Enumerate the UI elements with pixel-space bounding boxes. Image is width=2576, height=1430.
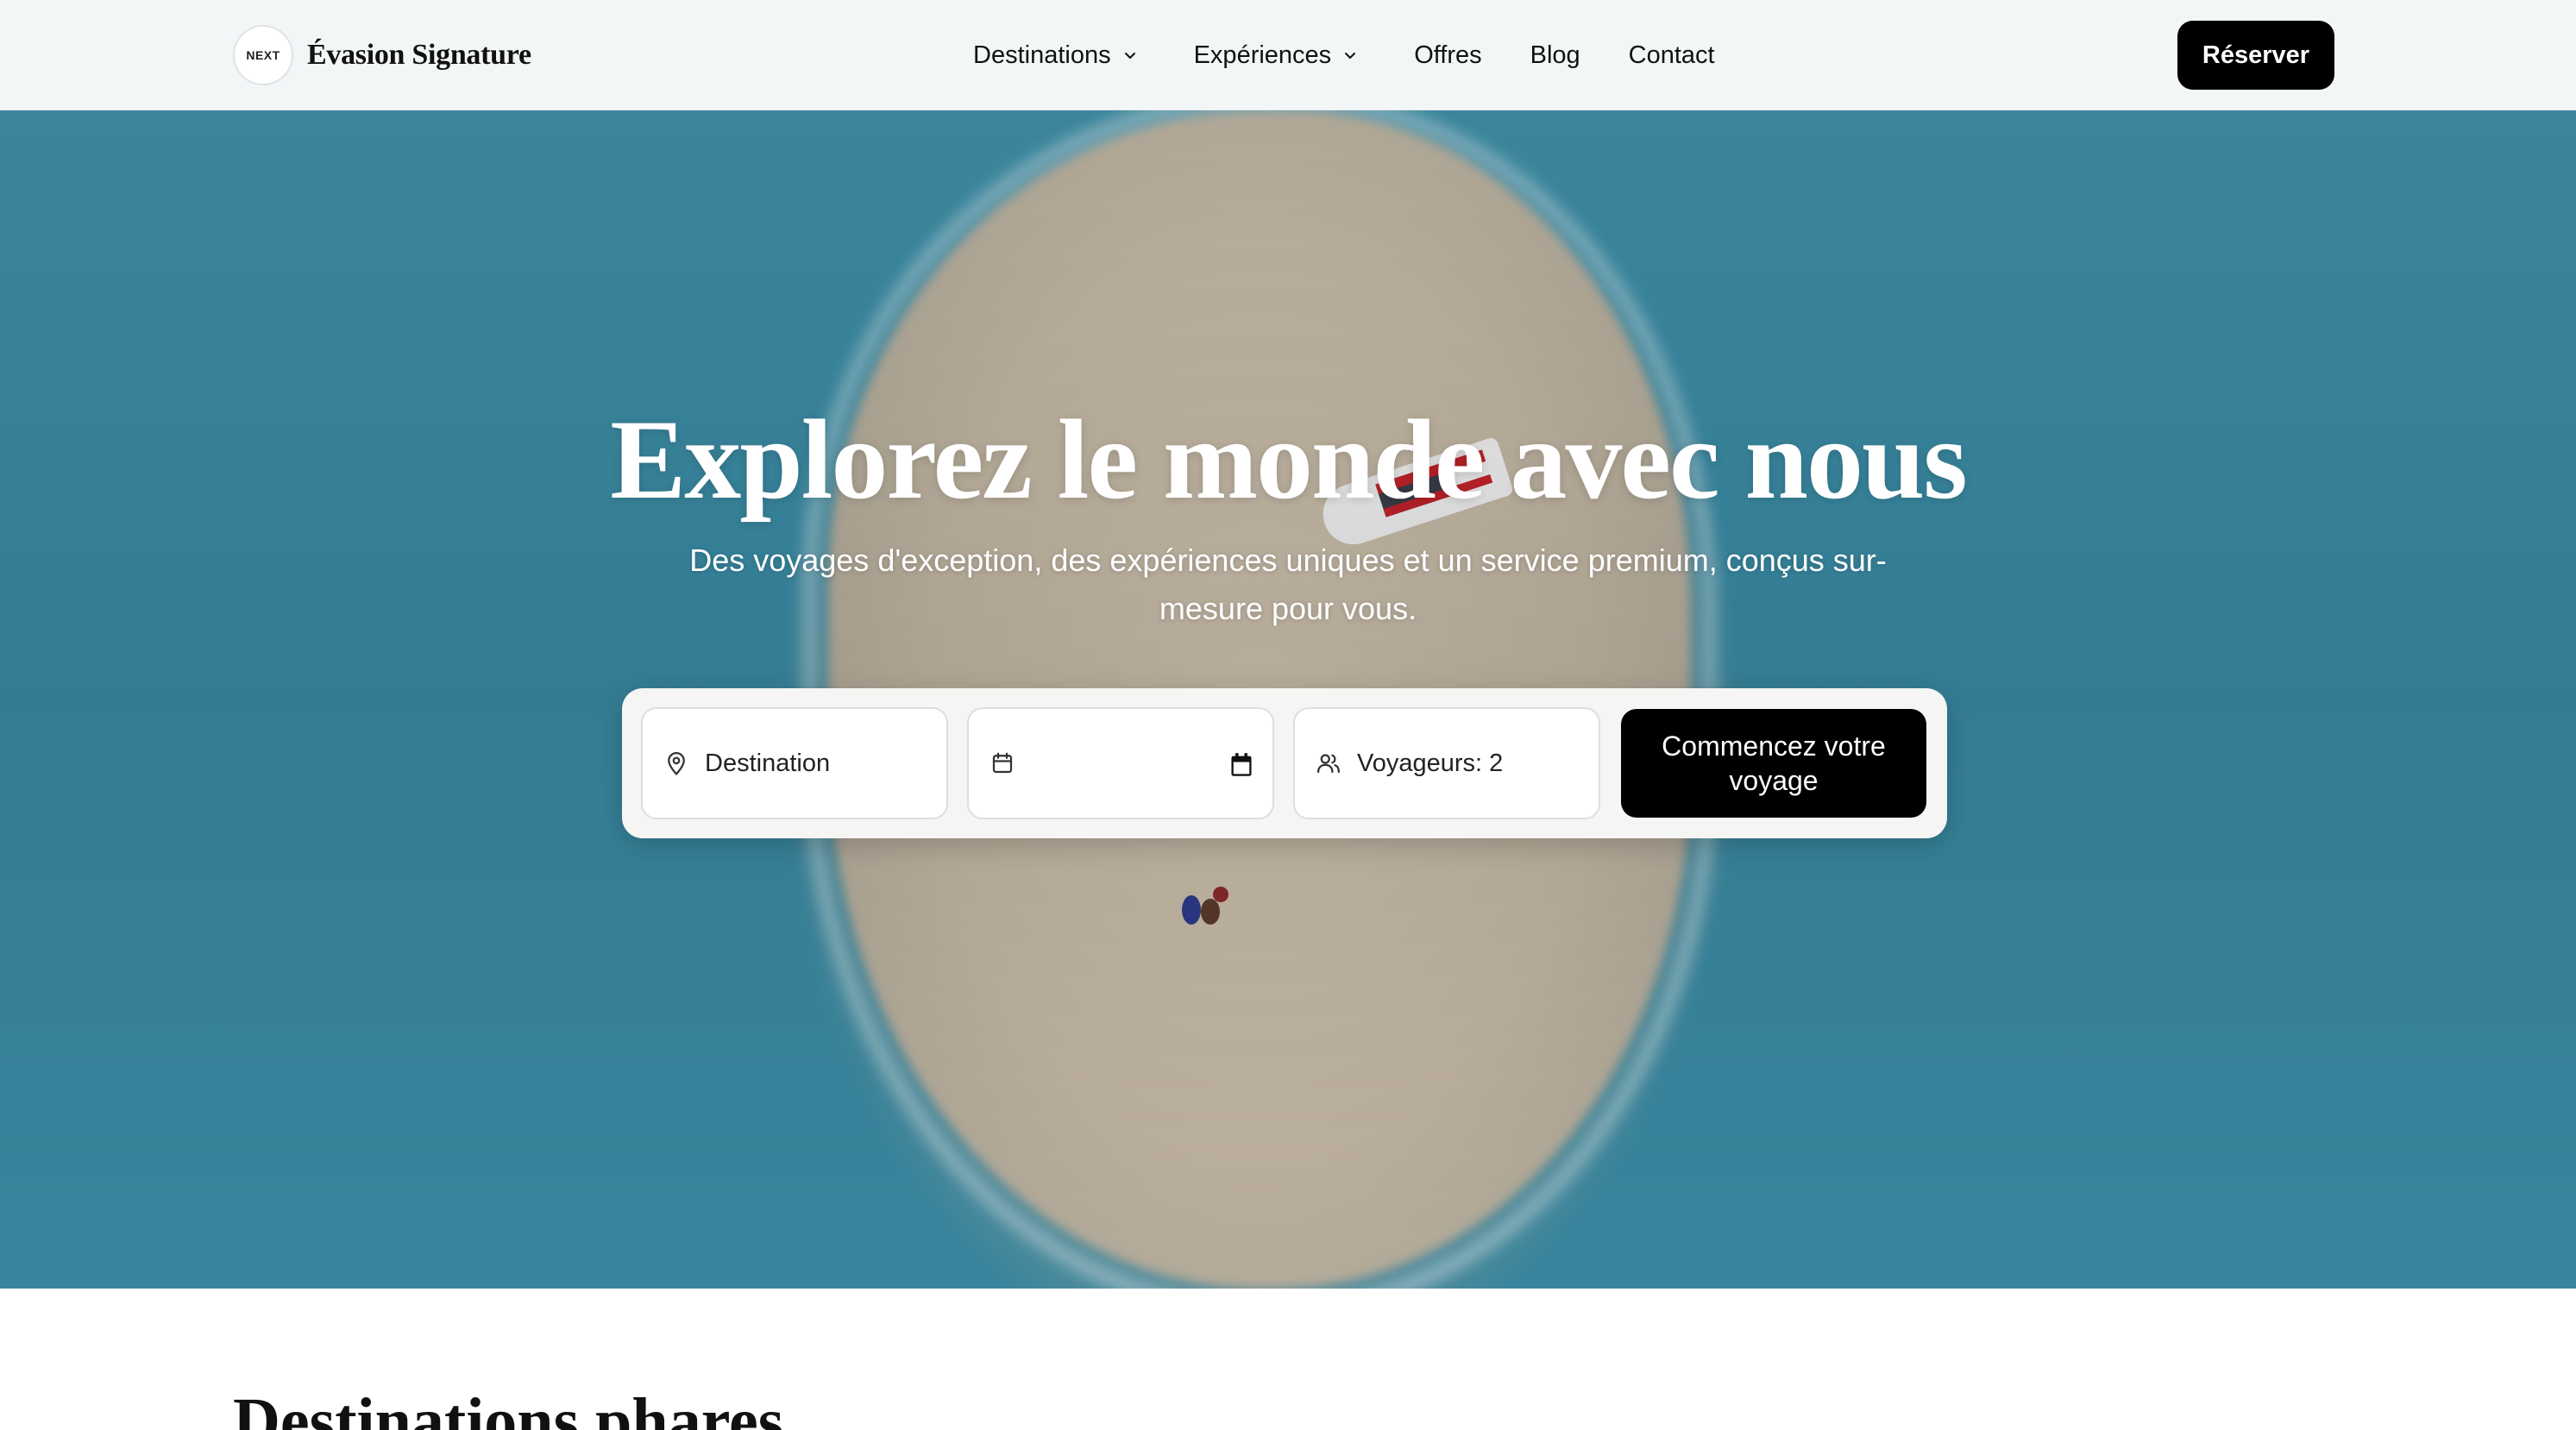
users-icon bbox=[1317, 754, 1340, 774]
reserve-button[interactable]: Réserver bbox=[2177, 21, 2334, 90]
chevron-down-icon bbox=[1124, 53, 1135, 59]
destination-field[interactable] bbox=[641, 707, 948, 819]
nav-item-label: Offres bbox=[1414, 41, 1482, 69]
hero-title: Explorez le monde avec nous bbox=[610, 396, 1968, 523]
nav-item-label: Contact bbox=[1628, 41, 1715, 69]
brand-name: Évasion Signature bbox=[307, 39, 531, 71]
nav-item-blog[interactable]: Blog bbox=[1530, 41, 1580, 70]
featured-destinations-title: Destinations phares bbox=[233, 1385, 784, 1430]
nav-item-destinations[interactable]: Destinations bbox=[973, 41, 1139, 70]
start-trip-button[interactable]: Commencez votre voyage bbox=[1621, 709, 1926, 818]
logo-badge: NEXT bbox=[233, 25, 293, 85]
travelers-field[interactable]: Voyageurs: 2 bbox=[1293, 707, 1600, 819]
hero-subtitle: Des voyages d'exception, des expériences… bbox=[689, 543, 1887, 626]
hero-section: Explorez le monde avec nous Des voyages … bbox=[0, 110, 2576, 1289]
destination-input[interactable] bbox=[705, 749, 929, 778]
nav-item-experiences[interactable]: Expériences bbox=[1194, 41, 1360, 70]
date-field[interactable] bbox=[967, 707, 1274, 819]
nav-item-offres[interactable]: Offres bbox=[1414, 41, 1481, 70]
nav-item-label: Blog bbox=[1530, 41, 1580, 69]
nav-item-contact[interactable]: Contact bbox=[1629, 41, 1715, 70]
travelers-value: Voyageurs: 2 bbox=[1357, 749, 1504, 777]
chevron-down-icon bbox=[1345, 53, 1356, 59]
main-nav: Destinations Expériences Offres Blog Con… bbox=[973, 34, 1715, 76]
site-header: NEXT Évasion Signature Destinations Expé… bbox=[0, 0, 2576, 110]
brand-logo-link[interactable]: NEXT Évasion Signature bbox=[233, 25, 531, 85]
calendar-picker-icon[interactable] bbox=[1229, 752, 1253, 778]
nav-item-label: Destinations bbox=[973, 41, 1111, 69]
calendar-icon bbox=[992, 752, 1013, 774]
nav-item-label: Expériences bbox=[1193, 41, 1332, 69]
map-pin-icon bbox=[668, 752, 685, 775]
trip-search-form: Voyageurs: 2 Commencez votre voyage bbox=[622, 688, 1947, 838]
